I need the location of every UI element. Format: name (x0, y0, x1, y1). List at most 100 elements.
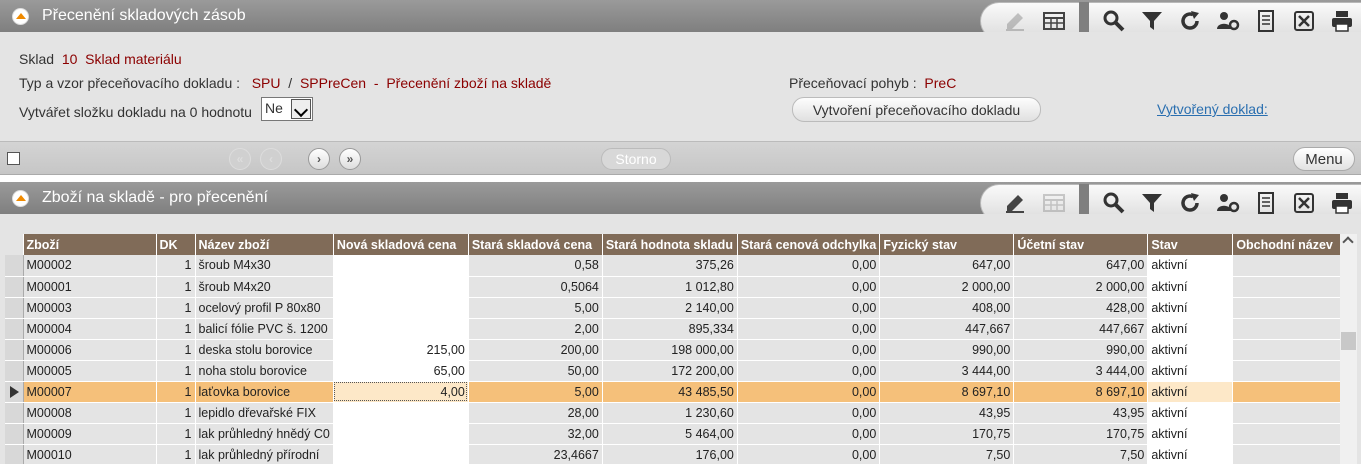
cell-dk: 1 (156, 276, 196, 298)
created-document-link[interactable]: Vytvořený doklad: (1157, 101, 1268, 117)
new-price-input[interactable] (333, 318, 469, 340)
table-row[interactable]: M00010 1 lak průhledný přírodní 23,4667 176,… (5, 444, 1354, 464)
vertical-scrollbar[interactable] (1340, 234, 1357, 464)
scroll-up-icon[interactable] (1342, 236, 1354, 248)
next-record-button[interactable]: › (308, 148, 330, 170)
status-cell[interactable]: aktivní (1147, 339, 1234, 361)
sklad-name[interactable]: Sklad materiálu (85, 51, 182, 67)
cell-zbozi: M00009 (23, 423, 157, 445)
table-row[interactable]: M00002 1 šroub M4x30 0,58 375,26 0,00 647,00 64… (5, 255, 1354, 277)
collapse-icon[interactable] (12, 190, 29, 207)
sklad-number[interactable]: 10 (62, 51, 78, 67)
status-cell[interactable]: aktivní (1147, 255, 1234, 277)
table-row[interactable]: M00009 1 lak průhledný hnědý C0 32,00 5 464,… (5, 423, 1354, 445)
sklad-label: Sklad (19, 51, 55, 67)
column-header[interactable]: Zboží (23, 234, 157, 255)
new-price-input[interactable] (333, 444, 469, 464)
cell-odchylka: 0,00 (737, 255, 881, 277)
cell-stara_hodnota: 895,334 (602, 318, 738, 340)
cell-obch (1232, 276, 1354, 298)
table-row[interactable]: M00003 1 ocelový profil P 80x80 5,00 2 140,0… (5, 297, 1354, 319)
table-row[interactable]: M00004 1 balicí fólie PVC š. 1200 2,00 895,3… (5, 318, 1354, 340)
first-record-button[interactable]: « (229, 148, 251, 170)
scrollbar-thumb[interactable] (1341, 332, 1356, 350)
cell-fyz: 43,95 (879, 402, 1015, 424)
new-price-input[interactable]: 4,00 (333, 381, 469, 403)
cell-zbozi: M00003 (23, 297, 157, 319)
table-row[interactable]: M00005 1 noha stolu borovice 65,00 50,00 172 … (5, 360, 1354, 382)
cell-stara_cena: 5,00 (468, 381, 603, 403)
new-price-input[interactable] (333, 255, 469, 277)
row-selector[interactable] (5, 423, 24, 445)
new-price-input[interactable] (333, 297, 469, 319)
status-cell[interactable]: aktivní (1147, 360, 1234, 382)
typ-name[interactable]: Přecenění zboží na skladě (386, 75, 551, 91)
column-header[interactable]: Nová skladová cena (333, 234, 469, 255)
row-selector[interactable] (5, 318, 24, 340)
status-cell[interactable]: aktivní (1147, 297, 1234, 319)
column-header[interactable]: Stará hodnota skladu (602, 234, 738, 255)
column-header[interactable]: Název zboží (195, 234, 334, 255)
table-header: Zboží DK Název zboží Nová skladová cena … (5, 234, 1354, 255)
revaluation-form: Sklad 10 Sklad materiálu Typ a vzor přec… (0, 32, 1361, 141)
status-cell[interactable]: aktivní (1147, 444, 1234, 464)
row-selector[interactable] (5, 339, 24, 361)
cell-dk: 1 (156, 318, 196, 340)
column-header[interactable]: Obchodní název (1232, 234, 1354, 255)
create-document-button[interactable]: Vytvoření přeceňovacího dokladu (792, 97, 1041, 122)
cell-fyz: 647,00 (879, 255, 1015, 277)
typ-vzor[interactable]: SPPreCen (300, 75, 366, 91)
status-cell[interactable]: aktivní (1147, 402, 1234, 424)
new-price-input[interactable] (333, 276, 469, 298)
row-selector[interactable] (5, 381, 24, 403)
pohyb-value[interactable]: PreC (924, 75, 956, 91)
column-header[interactable]: Stará cenová odchylka (737, 234, 881, 255)
column-header[interactable]: Stav (1147, 234, 1234, 255)
row-selector[interactable] (5, 360, 24, 382)
cell-dk: 1 (156, 297, 196, 319)
stock-table: Zboží DK Název zboží Nová skladová cena … (5, 234, 1354, 464)
typ-sep: / (288, 75, 293, 91)
menu-button[interactable]: Menu (1293, 147, 1355, 171)
new-price-input[interactable]: 215,00 (333, 339, 469, 361)
cell-zbozi: M00004 (23, 318, 157, 340)
select-checkbox[interactable] (7, 152, 20, 165)
cell-fyz: 3 444,00 (879, 360, 1015, 382)
collapse-icon[interactable] (12, 8, 29, 25)
cell-dk: 1 (156, 423, 196, 445)
prev-record-button[interactable]: ‹ (260, 148, 282, 170)
table-row[interactable]: M00001 1 šroub M4x20 0,5064 1 012,80 0,00 2 00… (5, 276, 1354, 298)
cell-obch (1232, 318, 1354, 340)
cell-odchylka: 0,00 (737, 297, 881, 319)
typ-code[interactable]: SPU (252, 75, 281, 91)
column-header[interactable]: Fyzický stav (879, 234, 1015, 255)
row-selector[interactable] (5, 276, 24, 298)
chevron-down-icon[interactable] (291, 99, 311, 119)
column-header[interactable]: Stará skladová cena (468, 234, 603, 255)
cell-nazev: noha stolu borovice (195, 360, 334, 382)
column-header[interactable]: Účetní stav (1013, 234, 1149, 255)
row-selector[interactable] (5, 297, 24, 319)
last-record-button[interactable]: » (339, 148, 361, 170)
row-selector[interactable] (5, 255, 24, 277)
column-header[interactable]: DK (156, 234, 196, 255)
status-cell[interactable]: aktivní (1147, 276, 1234, 298)
cell-uct: 428,00 (1013, 297, 1149, 319)
table-row[interactable]: M00007 1 laťovka borovice 4,00 5,00 43 485,50… (5, 381, 1354, 403)
cell-fyz: 170,75 (879, 423, 1015, 445)
zero-value-select[interactable]: Ne (261, 97, 313, 121)
new-price-input[interactable] (333, 423, 469, 445)
panel-title: Přecenění skladových zásob (42, 7, 246, 24)
storno-button[interactable]: Storno (601, 148, 671, 170)
new-price-input[interactable]: 65,00 (333, 360, 469, 382)
table-row[interactable]: M00008 1 lepidlo dřevařské FIX 28,00 1 230,6… (5, 402, 1354, 424)
row-selector[interactable] (5, 402, 24, 424)
row-selector[interactable] (5, 444, 24, 464)
status-cell[interactable]: aktivní (1147, 318, 1234, 340)
table-row[interactable]: M00006 1 deska stolu borovice 215,00 200,00 1… (5, 339, 1354, 361)
panel-header-stock: Zboží na skladě - pro přecenění (0, 182, 1361, 222)
cell-stara_cena: 50,00 (468, 360, 603, 382)
status-cell[interactable]: aktivní (1147, 423, 1234, 445)
new-price-input[interactable] (333, 402, 469, 424)
status-cell[interactable]: aktivní (1147, 381, 1234, 403)
